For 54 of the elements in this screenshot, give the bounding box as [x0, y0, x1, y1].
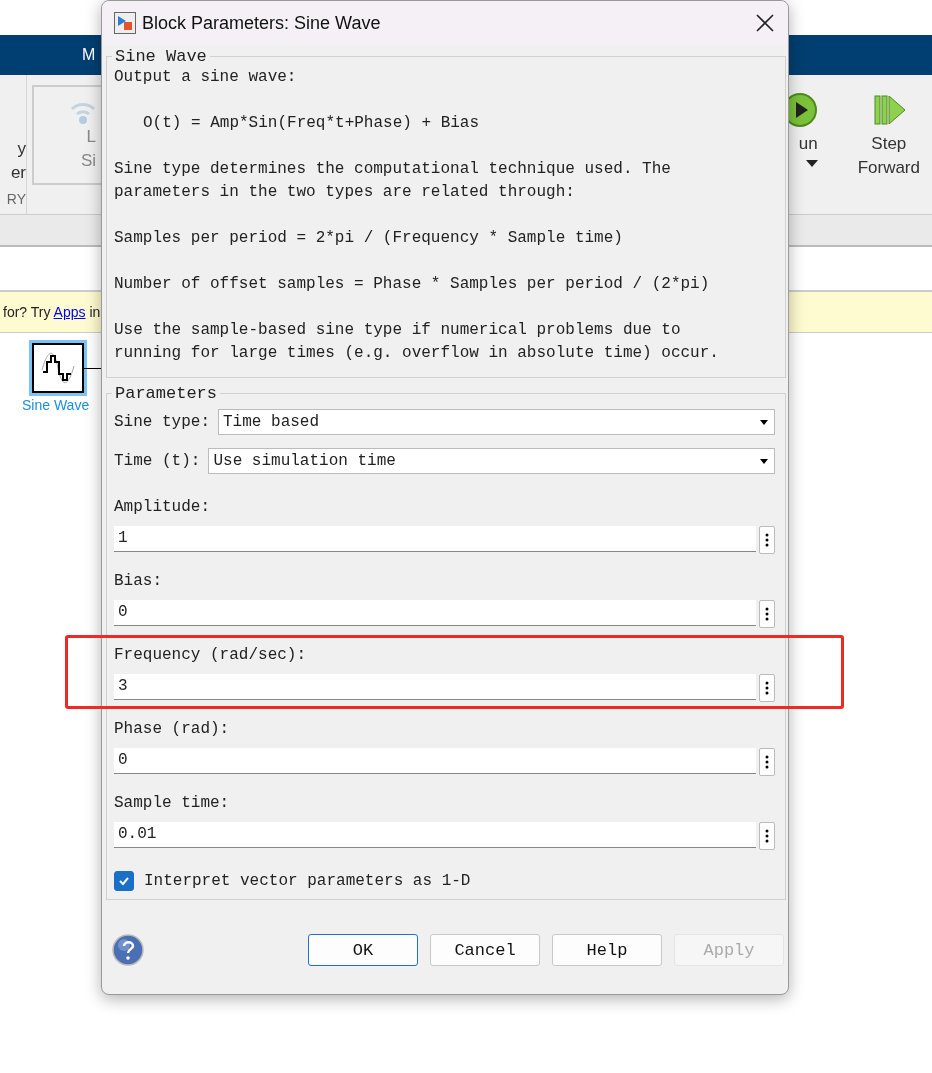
dialog-button[interactable]: Help — [552, 934, 662, 966]
dialog-button[interactable]: OK — [308, 934, 418, 966]
checkbox[interactable] — [114, 871, 134, 891]
description-text: O(t) = Amp*Sin(Freq*t+Phase) + Bias — [142, 113, 481, 134]
ribbon-tab[interactable]: M — [82, 46, 96, 64]
description-text: Sine type determines the computational technique used. The parameters in the two types are related through: — [114, 159, 672, 203]
more-button[interactable] — [759, 526, 775, 554]
field-label: Phase (rad): — [114, 720, 230, 738]
help-icon[interactable] — [112, 934, 144, 966]
caret-icon — [760, 458, 768, 464]
more-icon — [765, 607, 769, 621]
window-title: Block Parameters: Sine Wave — [142, 12, 382, 34]
input-field[interactable]: 3 — [114, 674, 756, 700]
signal-icon — [70, 101, 96, 125]
group-title: Sine Wave — [114, 47, 208, 66]
field-label: Sample time: — [114, 794, 230, 812]
more-icon — [765, 755, 769, 769]
dialog-button[interactable]: Cancel — [430, 934, 540, 966]
field-label: Amplitude: — [114, 498, 210, 516]
block-label: Sine Wave — [22, 397, 90, 413]
description-text: Output a sine wave: — [114, 67, 298, 88]
more-button[interactable] — [759, 674, 775, 702]
description-text: Samples per period = 2*pi / (Frequency * Sample time) — [114, 228, 624, 249]
step-forward-button[interactable]: Step Forward — [857, 75, 920, 214]
dropdown[interactable]: Use simulation time — [208, 448, 775, 474]
toolbar-label: y — [17, 138, 26, 160]
toolbar-label: RY — [6, 190, 26, 209]
info-text: for? Try Apps in — [3, 304, 101, 320]
caret-icon — [805, 160, 818, 168]
field-label: Sine type: — [114, 413, 210, 431]
more-button[interactable] — [759, 748, 775, 776]
description-text: Use the sample-based sine type if numerical problems due to running for large times (e.g. overflow in absolute time) occur. — [114, 320, 720, 364]
input-field[interactable]: 1 — [114, 526, 756, 552]
input-field[interactable]: 0 — [114, 748, 756, 774]
more-icon — [765, 533, 769, 547]
close-icon[interactable] — [756, 14, 774, 32]
more-icon — [765, 829, 769, 843]
checkbox-label: Interpret vector parameters as 1-D — [144, 872, 471, 890]
block-icon — [114, 12, 136, 34]
more-button[interactable] — [759, 822, 775, 850]
input-field[interactable]: 0.01 — [114, 822, 756, 848]
apps-link[interactable]: Apps — [53, 304, 86, 320]
more-button[interactable] — [759, 600, 775, 628]
dropdown[interactable]: Time based — [218, 409, 775, 435]
field-label: Bias: — [114, 572, 162, 590]
field-label: Frequency (rad/sec): — [114, 646, 307, 664]
group-title: Parameters — [114, 384, 219, 403]
sine-wave-block[interactable] — [32, 343, 84, 393]
field-label: Time (t): — [114, 452, 201, 470]
more-icon — [765, 681, 769, 695]
description-text: Number of offset samples = Phase * Samples per period / (2*pi) — [114, 274, 711, 295]
toolbar-label: er — [10, 162, 26, 184]
caret-icon — [760, 419, 768, 425]
input-field[interactable]: 0 — [114, 600, 756, 626]
